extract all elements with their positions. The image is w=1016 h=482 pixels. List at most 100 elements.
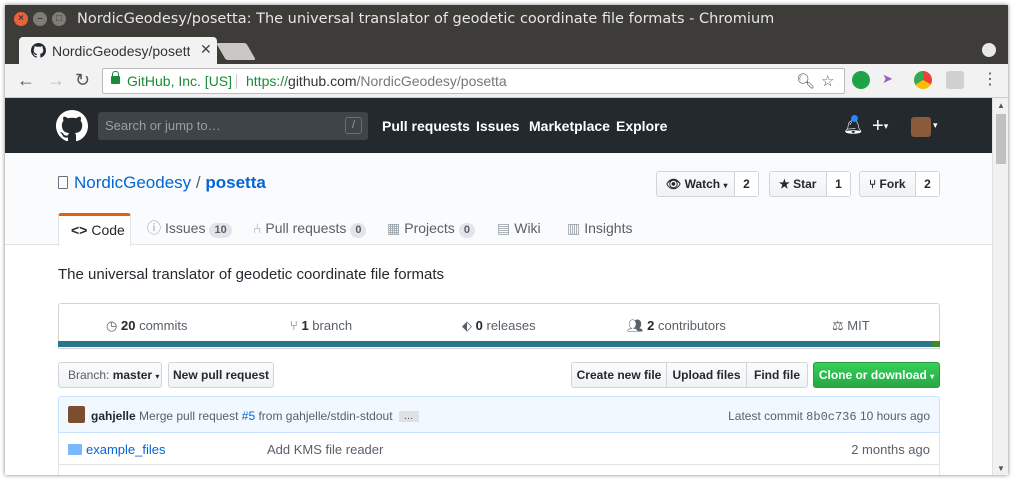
back-icon[interactable]: ←: [17, 71, 35, 89]
contributors-label: contributors: [658, 318, 726, 333]
commits-label: commits: [139, 318, 188, 333]
scroll-up-arrow-icon[interactable]: ▲: [997, 101, 1005, 110]
nav-explore[interactable]: Explore: [616, 118, 667, 134]
security-indicator[interactable]: GitHub, Inc. [US]: [127, 73, 232, 89]
extension-green-icon[interactable]: [852, 71, 870, 89]
repo-name-link[interactable]: posetta: [205, 173, 265, 192]
extension-chrome-icon[interactable]: [914, 71, 932, 89]
watch-count[interactable]: 2: [734, 172, 758, 196]
github-logo-icon[interactable]: [56, 110, 88, 142]
find-file-button[interactable]: Find file: [746, 362, 808, 388]
clone-or-download-button[interactable]: Clone or download ▾: [813, 362, 940, 388]
github-search-input[interactable]: Search or jump to… /: [98, 112, 368, 140]
repo-owner-link[interactable]: NordicGeodesy: [74, 173, 191, 192]
window-maximize-button[interactable]: □: [52, 12, 66, 26]
issue-opened-icon: ⓘ: [147, 220, 161, 236]
new-pull-request-button[interactable]: New pull request: [168, 362, 274, 388]
github-favicon-icon: [31, 43, 46, 58]
file-row-partial: [58, 465, 940, 475]
file-row: example_files Add KMS file reader 2 mont…: [58, 433, 940, 465]
releases-label: releases: [486, 318, 536, 333]
watch-label: Watch: [684, 177, 721, 191]
tag-icon: ⬖: [462, 318, 472, 333]
avatar-dropdown-caret-icon[interactable]: ▾: [933, 120, 938, 131]
reload-icon[interactable]: ↻: [75, 71, 90, 89]
create-new-plus-icon[interactable]: +▾: [872, 115, 888, 138]
commit-pr-link[interactable]: #5: [242, 409, 255, 423]
commits-count: 20: [120, 318, 136, 333]
nav-issues[interactable]: Issues: [476, 118, 520, 134]
releases-link[interactable]: ⬖ 0 releases: [462, 318, 536, 334]
commits-link[interactable]: ◷ 20 commits: [106, 318, 187, 334]
star-label: Star: [793, 177, 817, 191]
history-icon: ◷: [106, 318, 118, 333]
bookmark-star-icon[interactable]: ☆: [821, 72, 834, 90]
language-bar[interactable]: [58, 341, 940, 347]
people-icon: 👥︎: [627, 318, 644, 333]
commit-message: gahjelle Merge pull request #5 from gahj…: [91, 409, 419, 423]
extension-gray-icon[interactable]: [946, 71, 964, 89]
commit-author[interactable]: gahjelle: [91, 409, 136, 423]
scrollbar-thumb[interactable]: [996, 114, 1006, 164]
branch-name: master: [112, 368, 153, 382]
branch-select-button[interactable]: Branch: master ▾: [58, 362, 162, 388]
address-bar[interactable]: GitHub, Inc. [US] https://github.com/Nor…: [102, 68, 845, 94]
tab-projects[interactable]: ▦ Projects 0: [387, 213, 475, 245]
star-icon: ★: [779, 177, 790, 191]
zoom-search-icon[interactable]: 🔍︎: [796, 72, 815, 90]
scroll-down-arrow-icon[interactable]: ▼: [997, 464, 1005, 473]
file-age: 2 months ago: [851, 442, 930, 457]
tab-close-icon[interactable]: ✕: [200, 41, 212, 58]
browser-tab[interactable]: NordicGeodesy/posetta ✕: [19, 37, 217, 64]
window-minimize-button[interactable]: –: [33, 12, 47, 26]
releases-count: 0: [475, 318, 483, 333]
title-bar: × – □ NordicGeodesy/posetta: The univers…: [5, 5, 1008, 34]
tab-code[interactable]: <> Code: [58, 213, 131, 246]
branch-prefix: Branch:: [68, 368, 110, 382]
commit-expand-button[interactable]: …: [398, 411, 419, 423]
license-link[interactable]: ⚖︎ MIT: [832, 318, 870, 334]
browser-menu-icon[interactable]: ⋮: [982, 71, 998, 89]
extension-cursor-icon[interactable]: ➤: [882, 71, 900, 89]
user-avatar[interactable]: [911, 117, 931, 137]
tab-pull-requests[interactable]: ⑃ Pull requests 0: [253, 213, 367, 245]
repo-description: The universal translator of geodetic coo…: [58, 266, 445, 283]
new-tab-button[interactable]: [216, 43, 256, 60]
graph-icon: ▥: [567, 220, 581, 236]
upload-files-button[interactable]: Upload files: [666, 362, 747, 388]
tab-insights[interactable]: ▥ Insights: [567, 213, 632, 245]
commit-message-pre[interactable]: Merge pull request: [139, 409, 238, 423]
star-button[interactable]: ★ Star 1: [769, 171, 851, 197]
commit-message-post[interactable]: from gahjelle/stdin-stdout: [258, 409, 392, 423]
tab-pull-requests-label: Pull requests: [265, 220, 347, 236]
tab-issues[interactable]: ⓘ Issues 10: [147, 213, 232, 245]
tab-wiki[interactable]: ▤ Wiki: [497, 213, 541, 245]
commit-author-avatar[interactable]: [68, 406, 85, 423]
commit-sha-link[interactable]: 8b0c736: [806, 410, 856, 424]
create-new-file-button[interactable]: Create new file: [571, 362, 667, 388]
nav-marketplace[interactable]: Marketplace: [529, 118, 610, 134]
tab-code-label: Code: [91, 222, 125, 238]
contributors-link[interactable]: 👥︎ 2 contributors: [627, 318, 726, 334]
clone-label: Clone or download: [818, 368, 927, 382]
latest-commit-label: Latest commit: [728, 409, 803, 423]
language-segment-secondary: [932, 341, 940, 347]
repo-icon: [58, 176, 68, 189]
watch-button[interactable]: 👁︎ Watch ▾ 2: [656, 171, 759, 197]
url-host: github.com: [288, 73, 357, 89]
branches-link[interactable]: ⑂ 1 branch: [290, 318, 352, 333]
fork-button[interactable]: ⑂ Fork 2: [859, 171, 940, 197]
file-name-link[interactable]: example_files: [86, 442, 166, 457]
url-path: /NordicGeodesy/posetta: [356, 73, 507, 89]
profile-icon[interactable]: [982, 43, 996, 57]
url-text[interactable]: https://github.com/NordicGeodesy/posetta: [246, 73, 507, 89]
forward-icon[interactable]: →: [47, 71, 65, 89]
file-commit-message-link[interactable]: Add KMS file reader: [267, 442, 383, 457]
page-scrollbar[interactable]: ▲ ▼: [992, 98, 1008, 475]
branch-count: 1: [301, 318, 309, 333]
repo-title-separator: /: [195, 173, 201, 192]
nav-pull-requests[interactable]: Pull requests: [382, 118, 470, 134]
star-count[interactable]: 1: [826, 172, 850, 196]
window-close-button[interactable]: ×: [14, 12, 28, 26]
fork-count[interactable]: 2: [915, 172, 939, 196]
